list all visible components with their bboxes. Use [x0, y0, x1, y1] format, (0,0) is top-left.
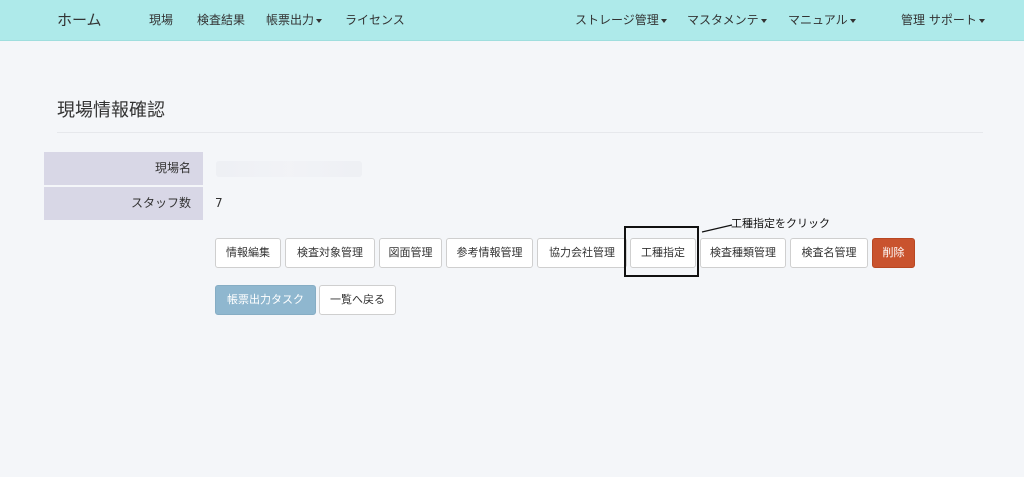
- nav-storage-label: ストレージ管理: [575, 13, 659, 27]
- nav-license-link[interactable]: ライセンス: [345, 0, 405, 41]
- nav-site-link[interactable]: 現場: [149, 0, 173, 41]
- site-name-value-redacted: [216, 161, 362, 177]
- caret-down-icon: [660, 18, 667, 23]
- nav-storage-dropdown[interactable]: ストレージ管理: [575, 0, 667, 41]
- drawings-button[interactable]: 図面管理: [379, 238, 442, 268]
- delete-button[interactable]: 削除: [872, 238, 915, 268]
- inspection-targets-button[interactable]: 検査対象管理: [285, 238, 375, 268]
- back-to-list-button[interactable]: 一覧へ戻る: [319, 285, 396, 315]
- nav-master-maintenance-dropdown[interactable]: マスタメンテ: [687, 0, 767, 41]
- nav-home-link[interactable]: ホーム: [57, 0, 102, 41]
- caret-down-icon: [978, 18, 985, 23]
- report-task-button[interactable]: 帳票出力タスク: [215, 285, 316, 315]
- nav-manual-label: マニュアル: [788, 13, 848, 27]
- staff-count-label: スタッフ数: [44, 187, 203, 220]
- partner-companies-button[interactable]: 協力会社管理: [537, 238, 627, 268]
- nav-report-output-dropdown[interactable]: 帳票出力: [266, 0, 323, 41]
- caret-down-icon: [760, 18, 767, 23]
- site-name-label: 現場名: [44, 152, 203, 185]
- nav-master-maintenance-label: マスタメンテ: [687, 13, 759, 27]
- annotation-text: 工種指定をクリック: [731, 217, 830, 230]
- inspection-types-button[interactable]: 検査種類管理: [700, 238, 786, 268]
- nav-inspection-results-link[interactable]: 検査結果: [197, 0, 245, 41]
- nav-admin-support-dropdown[interactable]: 管理 サポート: [901, 0, 985, 41]
- inspection-names-button[interactable]: 検査名管理: [790, 238, 868, 268]
- staff-count-value: 7: [215, 196, 223, 210]
- nav-manual-dropdown[interactable]: マニュアル: [788, 0, 856, 41]
- nav-admin-support-label: 管理 サポート: [901, 13, 977, 27]
- annotation-highlight-box: [624, 226, 699, 277]
- nav-report-output-label: 帳票出力: [266, 13, 315, 27]
- title-divider: [57, 132, 983, 133]
- edit-info-button[interactable]: 情報編集: [215, 238, 281, 268]
- caret-down-icon: [316, 18, 323, 23]
- page-title: 現場情報確認: [57, 100, 165, 121]
- reference-info-button[interactable]: 参考情報管理: [446, 238, 533, 268]
- top-navbar: ホーム 現場 検査結果 帳票出力 ライセンス ストレージ管理 マスタメンテ マニ…: [0, 0, 1024, 41]
- caret-down-icon: [849, 18, 856, 23]
